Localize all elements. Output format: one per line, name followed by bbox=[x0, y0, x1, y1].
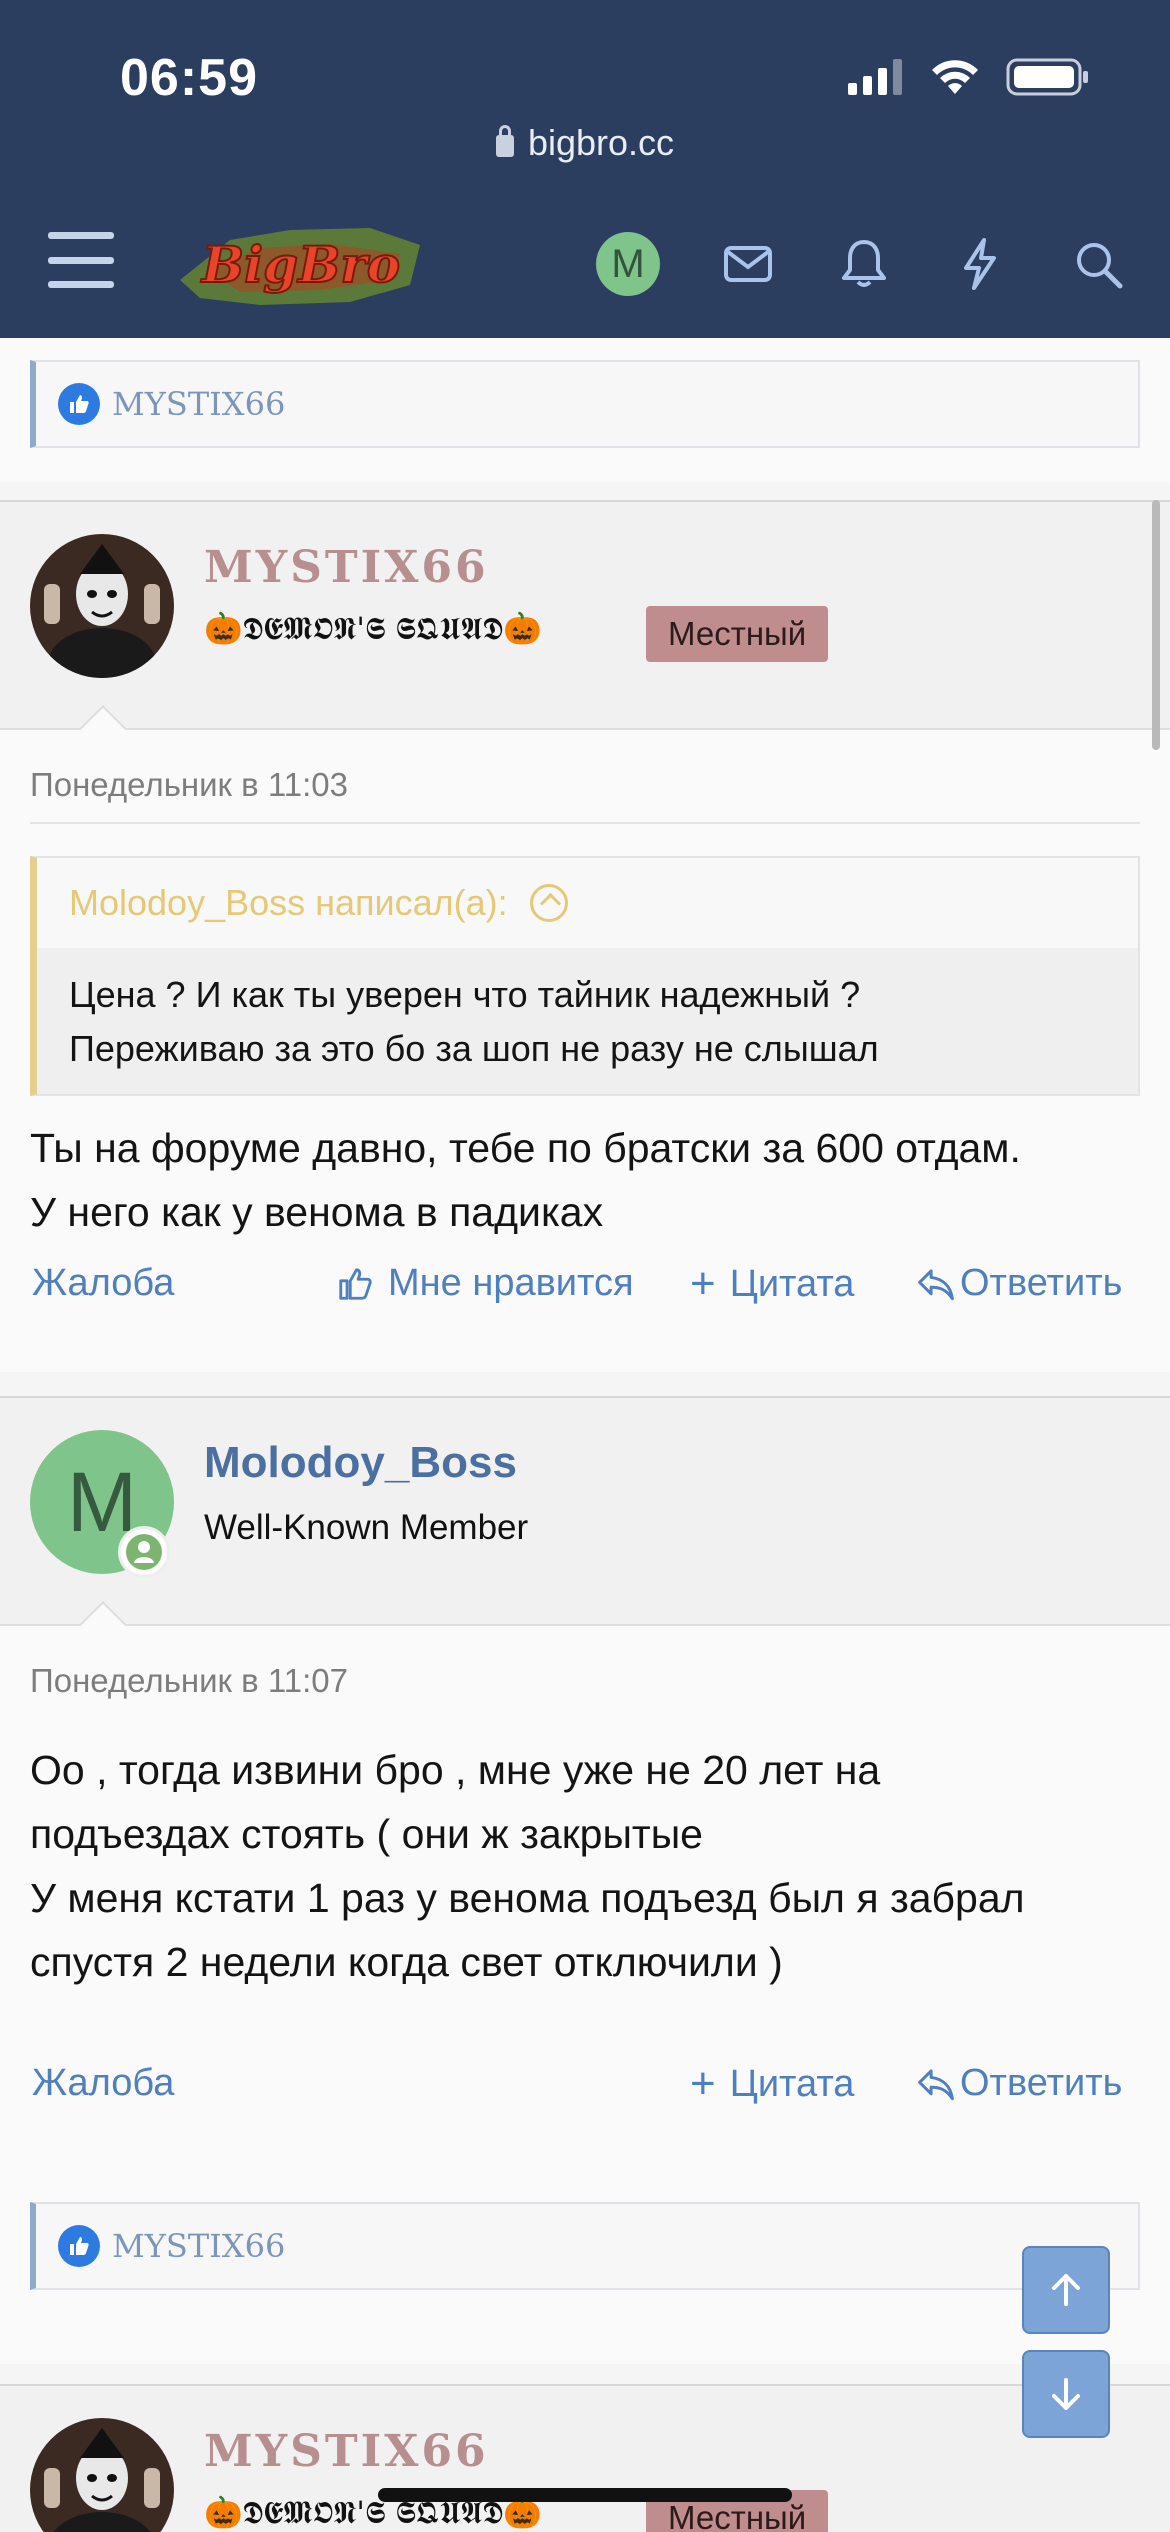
mail-icon[interactable] bbox=[720, 236, 776, 292]
message-line: У него как у венома в падиках bbox=[30, 1189, 604, 1235]
post-username[interactable]: MYSTIX66 bbox=[204, 2426, 489, 2477]
home-indicator[interactable] bbox=[378, 2488, 792, 2502]
quote-body: Цена ? И как ты уверен что тайник надежн… bbox=[37, 948, 1138, 1096]
post-author-block: MYSTIX66 🎃𝕯𝕰𝕸𝕺𝕹'𝕾 𝕾𝕼𝖀𝕬𝕯🎃 Местный bbox=[0, 502, 1170, 754]
menu-icon[interactable] bbox=[48, 232, 114, 288]
quote-header[interactable]: Molodoy_Boss написал(а): bbox=[37, 858, 1138, 948]
wifi-icon bbox=[932, 60, 978, 94]
quote-block: Molodoy_Boss написал(а): Цена ? И как ты… bbox=[30, 856, 1140, 1096]
post-username[interactable]: MYSTIX66 bbox=[204, 542, 489, 593]
bolt-icon[interactable] bbox=[952, 236, 1008, 292]
author-arrow bbox=[78, 704, 128, 754]
likes-names[interactable]: MYSTIX66 bbox=[112, 2227, 285, 2265]
battery-icon bbox=[1006, 58, 1088, 96]
user-badge: Местный bbox=[646, 606, 829, 662]
post: M Molodoy_Boss Well-Known Member Понедел… bbox=[0, 1396, 1170, 2364]
like-button[interactable]: Мне нравится bbox=[336, 1262, 634, 1305]
online-status-icon bbox=[118, 1526, 170, 1578]
site-logo[interactable]: BigBro bbox=[170, 210, 432, 315]
report-button[interactable]: Жалоба bbox=[32, 2062, 174, 2105]
reply-icon bbox=[918, 1268, 954, 1300]
address-bar[interactable]: bigbro.cc bbox=[0, 122, 1170, 164]
quote-line: Переживаю за это бо за шоп не разу не сл… bbox=[69, 1028, 879, 1069]
quote-line: Цена ? И как ты уверен что тайник надежн… bbox=[69, 974, 861, 1015]
avatar[interactable] bbox=[30, 534, 174, 678]
post-actions: Жалоба Мне нравится + Цитата Ответить bbox=[30, 1262, 1140, 1322]
message-line: спустя 2 недели когда свет отключили ) bbox=[30, 1939, 783, 1985]
report-button[interactable]: Жалоба bbox=[32, 1262, 174, 1305]
user-title: 🎃𝕯𝕰𝕸𝕺𝕹'𝕾 𝕾𝕼𝖀𝕬𝕯🎃 bbox=[204, 611, 542, 647]
divider bbox=[30, 822, 1140, 824]
likes-bar[interactable]: MYSTIX66 bbox=[30, 360, 1140, 448]
post-author-block: M Molodoy_Boss Well-Known Member bbox=[0, 1398, 1170, 1650]
scroll-to-bottom-button[interactable] bbox=[1022, 2350, 1110, 2438]
quote-button[interactable]: + Цитата bbox=[690, 2062, 854, 2106]
prev-post-footer: MYSTIX66 bbox=[0, 338, 1170, 482]
scroll-to-top-button[interactable] bbox=[1022, 2246, 1110, 2334]
quote-author[interactable]: Molodoy_Boss написал(а): bbox=[69, 882, 508, 924]
search-icon[interactable] bbox=[1070, 236, 1126, 292]
quote-label: Цитата bbox=[729, 2062, 855, 2105]
lock-icon bbox=[495, 125, 514, 157]
reply-label: Ответить bbox=[960, 1262, 1123, 1304]
message-line: У меня кстати 1 раз у венома подъезд был… bbox=[30, 1875, 1025, 1921]
message-line: Ты на форуме давно, тебе по братски за 6… bbox=[30, 1125, 1021, 1171]
likes-names[interactable]: MYSTIX66 bbox=[112, 385, 285, 423]
report-label: Жалоба bbox=[32, 1262, 175, 1304]
message-line: подъездах стоять ( они ж закрытые bbox=[30, 1811, 703, 1857]
post-date[interactable]: Понедельник в 11:07 bbox=[30, 1662, 348, 1700]
post-date[interactable]: Понедельник в 11:03 bbox=[30, 766, 348, 804]
plus-icon: + bbox=[690, 2059, 716, 2108]
reply-button[interactable]: Ответить bbox=[916, 2062, 1122, 2105]
post-message: Ты на форуме давно, тебе по братски за 6… bbox=[30, 1116, 1140, 1244]
plus-icon: + bbox=[690, 1259, 716, 1308]
quote-button[interactable]: + Цитата bbox=[690, 1262, 854, 1306]
arrow-down-icon bbox=[1052, 2378, 1080, 2410]
post-message: Оо , тогда извини бро , мне уже не 20 ле… bbox=[30, 1738, 1140, 1994]
post: MYSTIX66 🎃𝕯𝕰𝕸𝕺𝕹'𝕾 𝕾𝕼𝖀𝕬𝕯🎃 Местный Понедел… bbox=[0, 500, 1170, 1372]
post-author-block: MYSTIX66 🎃𝕯𝕰𝕸𝕺𝕹'𝕾 𝕾𝕼𝖀𝕬𝕯🎃 Местный bbox=[0, 2386, 1170, 2532]
page-scrollbar[interactable] bbox=[1152, 500, 1160, 750]
signal-icon bbox=[848, 59, 902, 95]
like-icon bbox=[58, 2225, 100, 2267]
reply-button[interactable]: Ответить bbox=[916, 1262, 1122, 1305]
top-nav: BigBro M bbox=[0, 210, 1170, 320]
arrow-up-icon bbox=[1052, 2274, 1080, 2306]
quote-label: Цитата bbox=[729, 1262, 855, 1305]
user-avatar[interactable]: M bbox=[596, 232, 660, 296]
reply-label: Ответить bbox=[960, 2062, 1123, 2104]
post: MYSTIX66 🎃𝕯𝕰𝕸𝕺𝕹'𝕾 𝕾𝕼𝖀𝕬𝕯🎃 Местный bbox=[0, 2384, 1170, 2532]
logo-text: BigBro bbox=[200, 235, 400, 294]
url-text: bigbro.cc bbox=[527, 122, 675, 163]
like-label: Мне нравится bbox=[388, 1262, 634, 1304]
post-actions: Жалоба + Цитата Ответить bbox=[30, 2062, 1140, 2122]
like-icon bbox=[58, 383, 100, 425]
bell-icon[interactable] bbox=[836, 236, 892, 292]
status-icons bbox=[848, 58, 1090, 96]
app-header: 06:59 bigbro.cc BigBro M bbox=[0, 0, 1170, 338]
report-label: Жалоба bbox=[32, 2062, 175, 2104]
arrow-up-circle-icon[interactable] bbox=[529, 884, 568, 922]
post-username[interactable]: Molodoy_Boss bbox=[204, 1438, 517, 1488]
like-icon bbox=[339, 1267, 372, 1300]
avatar[interactable] bbox=[30, 2418, 174, 2532]
reply-icon bbox=[918, 2068, 954, 2100]
status-time: 06:59 bbox=[120, 49, 258, 107]
likes-bar[interactable]: MYSTIX66 bbox=[30, 2202, 1140, 2290]
user-title: Well-Known Member bbox=[204, 1508, 529, 1547]
author-arrow bbox=[78, 1600, 128, 1650]
message-line: Оо , тогда извини бро , мне уже не 20 ле… bbox=[30, 1747, 881, 1793]
